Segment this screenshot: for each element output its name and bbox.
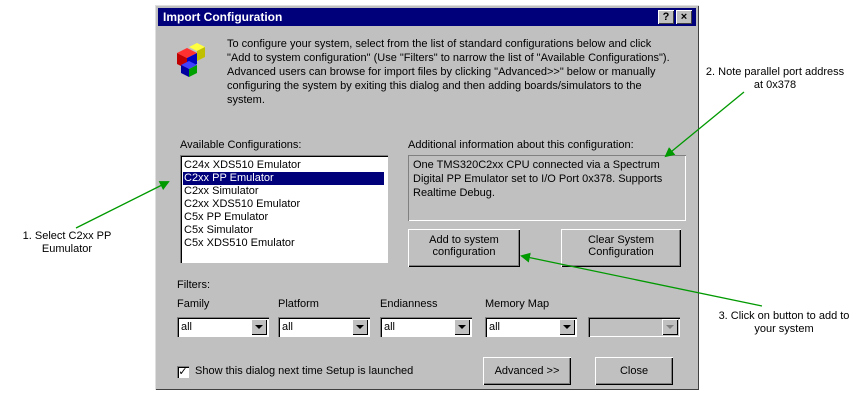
arrow-to-c2xx bbox=[75, 181, 170, 229]
arrow-to-port-info bbox=[664, 91, 745, 158]
annotation-arrows bbox=[75, 91, 763, 307]
arrow-to-add-button bbox=[520, 252, 763, 307]
